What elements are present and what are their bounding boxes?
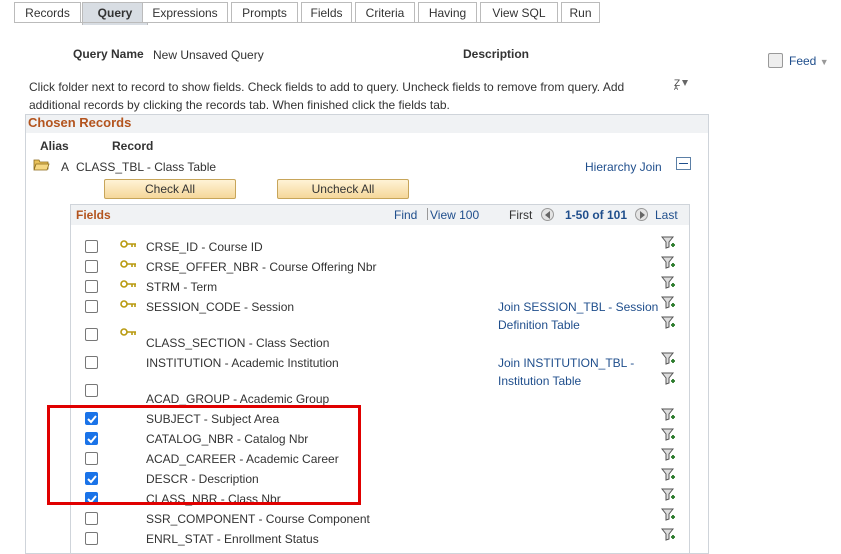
highlight-box	[47, 405, 361, 505]
field-name: CRSE_ID - Course ID	[146, 240, 263, 254]
key-icon	[120, 298, 138, 312]
field-name: CLASS_SECTION - Class Section	[146, 336, 330, 350]
field-name: STRM - Term	[146, 280, 218, 294]
description-label: Description	[463, 47, 530, 61]
add-criteria-icon[interactable]	[660, 296, 676, 313]
alias-header: Alias	[40, 139, 69, 153]
folder-open-icon[interactable]	[33, 158, 50, 171]
field-checkbox[interactable]	[85, 532, 98, 545]
field-checkbox[interactable]	[85, 512, 98, 525]
first-label: First	[509, 208, 533, 222]
field-checkbox[interactable]	[85, 300, 98, 313]
tab-view-sql[interactable]: View SQL	[480, 2, 558, 23]
record-header: Record	[112, 139, 154, 153]
add-criteria-icon[interactable]	[660, 508, 676, 525]
add-criteria-icon[interactable]	[660, 528, 676, 545]
join-session-link-line2[interactable]: Definition Table	[498, 318, 580, 332]
add-criteria-icon[interactable]	[660, 276, 676, 293]
find-link[interactable]: Find	[394, 208, 417, 222]
add-criteria-icon[interactable]	[660, 316, 676, 333]
key-icon	[120, 258, 138, 272]
feed-link[interactable]: Feed ▼	[789, 54, 829, 68]
field-name: SSR_COMPONENT - Course Component	[146, 512, 370, 526]
add-criteria-icon[interactable]	[660, 428, 676, 445]
add-criteria-icon[interactable]	[660, 468, 676, 485]
add-criteria-icon[interactable]	[660, 236, 676, 253]
tab-fields[interactable]: Fields	[301, 2, 352, 23]
add-criteria-icon[interactable]	[660, 256, 676, 273]
join-session-link[interactable]: Join SESSION_TBL - Session	[498, 300, 658, 314]
field-name: ACAD_GROUP - Academic Group	[146, 392, 330, 406]
join-institution-link-line2[interactable]: Institution Table	[498, 374, 581, 388]
add-criteria-icon[interactable]	[660, 352, 676, 369]
tab-run[interactable]: Run	[561, 2, 600, 23]
field-checkbox[interactable]	[85, 280, 98, 293]
tab-expressions[interactable]: Expressions	[142, 2, 228, 23]
key-icon	[120, 278, 138, 292]
add-criteria-icon[interactable]	[660, 408, 676, 425]
collapse-icon[interactable]	[676, 157, 691, 170]
prev-page-icon[interactable]	[541, 208, 554, 221]
field-checkbox[interactable]	[85, 240, 98, 253]
field-name: ENRL_STAT - Enrollment Status	[146, 532, 319, 546]
separator	[427, 208, 428, 220]
add-criteria-icon[interactable]	[660, 488, 676, 505]
field-checkbox[interactable]	[85, 356, 98, 369]
field-name: INSTITUTION - Academic Institution	[146, 356, 339, 370]
add-criteria-icon[interactable]	[660, 372, 676, 389]
page-range: 1-50 of 101	[565, 208, 628, 222]
record-name: CLASS_TBL - Class Table	[76, 160, 217, 174]
uncheck-all-button[interactable]: Uncheck All	[277, 179, 409, 199]
field-checkbox[interactable]	[85, 260, 98, 273]
feed-icon[interactable]	[768, 53, 783, 68]
join-institution-link[interactable]: Join INSTITUTION_TBL -	[498, 356, 634, 370]
last-link[interactable]: Last	[655, 208, 678, 222]
field-checkbox[interactable]	[85, 384, 98, 397]
hierarchy-join-link[interactable]: Hierarchy Join	[585, 160, 662, 174]
tab-prompts[interactable]: Prompts	[231, 2, 298, 23]
fields-title: Fields	[76, 208, 111, 222]
key-icon	[120, 326, 138, 340]
add-criteria-icon[interactable]	[660, 448, 676, 465]
query-name-value: New Unsaved Query	[153, 48, 264, 62]
field-name: SESSION_CODE - Session	[146, 300, 295, 314]
instructions-text: Click folder next to record to show fiel…	[29, 80, 625, 112]
tab-criteria[interactable]: Criteria	[355, 2, 415, 23]
record-alias: A	[61, 160, 70, 174]
next-page-icon[interactable]	[635, 208, 648, 221]
reorder-icon[interactable]: Z A	[674, 76, 690, 90]
chosen-records-title: Chosen Records	[28, 115, 132, 130]
tab-underline	[14, 22, 600, 23]
check-all-button[interactable]: Check All	[104, 179, 236, 199]
key-icon	[120, 238, 138, 252]
field-checkbox[interactable]	[85, 328, 98, 341]
tab-records[interactable]: Records	[14, 2, 81, 23]
field-name: CRSE_OFFER_NBR - Course Offering Nbr	[146, 260, 377, 274]
tab-having[interactable]: Having	[418, 2, 477, 23]
view-100-link[interactable]: View 100	[430, 208, 479, 222]
query-name-label: Query Name	[73, 47, 144, 61]
